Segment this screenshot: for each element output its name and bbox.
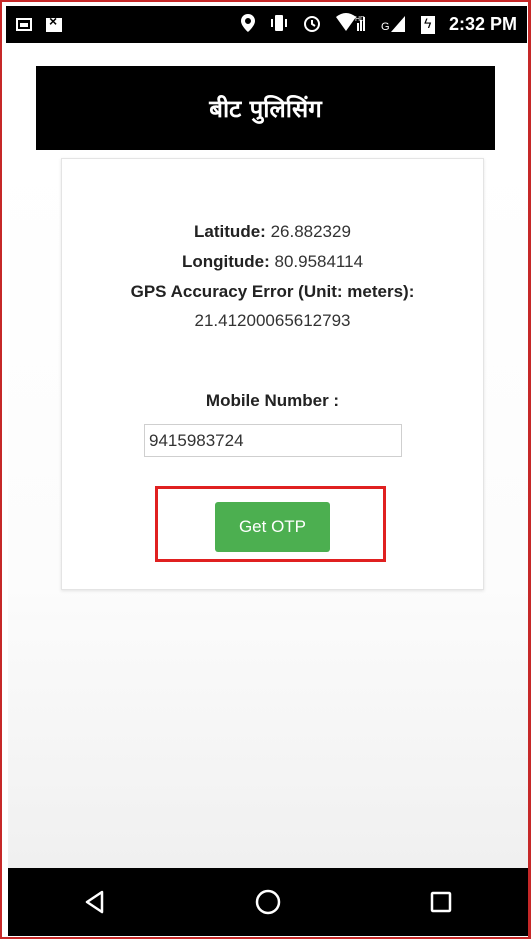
latitude-value: 26.882329 — [270, 222, 351, 241]
latitude-row: Latitude: 26.882329 — [62, 222, 483, 242]
message-icon — [46, 14, 62, 32]
location-icon — [240, 14, 255, 35]
accuracy-label-row: GPS Accuracy Error (Unit: meters): — [62, 282, 483, 302]
back-icon — [85, 890, 103, 914]
wifi-icon: HD — [335, 13, 367, 36]
navigation-bar — [8, 868, 528, 936]
vibrate-icon — [269, 14, 289, 35]
home-button[interactable] — [238, 882, 298, 922]
status-bar: HD G 2:32 PM — [6, 6, 527, 43]
signal-icon: G — [381, 14, 407, 35]
longitude-value: 80.9584114 — [274, 252, 364, 271]
app-header: बीट पुलिसिंग — [36, 66, 495, 150]
mobile-number-label: Mobile Number : — [205, 391, 340, 410]
accuracy-value: 21.41200065612793 — [194, 311, 351, 330]
accuracy-label: GPS Accuracy Error (Unit: meters): — [130, 282, 415, 301]
battery-icon — [420, 15, 435, 34]
back-button[interactable] — [65, 882, 125, 922]
longitude-label: Longitude: — [181, 252, 270, 271]
get-otp-button[interactable]: Get OTP — [215, 502, 330, 552]
status-right: HD G 2:32 PM — [240, 13, 517, 36]
g-label: G — [381, 21, 390, 32]
login-card: Latitude: 26.882329 Longitude: 80.958411… — [61, 158, 484, 590]
recents-icon — [431, 891, 452, 913]
accuracy-value-row: 21.41200065612793 — [62, 311, 483, 331]
app-title: बीट पुलिसिंग — [209, 94, 322, 123]
mobile-number-input[interactable] — [144, 424, 402, 457]
status-left — [16, 14, 62, 32]
status-time: 2:32 PM — [448, 14, 517, 34]
home-icon — [255, 889, 281, 915]
recents-button[interactable] — [411, 882, 471, 922]
longitude-row: Longitude: 80.9584114 — [62, 252, 483, 272]
image-icon — [16, 18, 32, 31]
latitude-label: Latitude: — [194, 222, 266, 241]
alarm-icon — [303, 14, 321, 35]
